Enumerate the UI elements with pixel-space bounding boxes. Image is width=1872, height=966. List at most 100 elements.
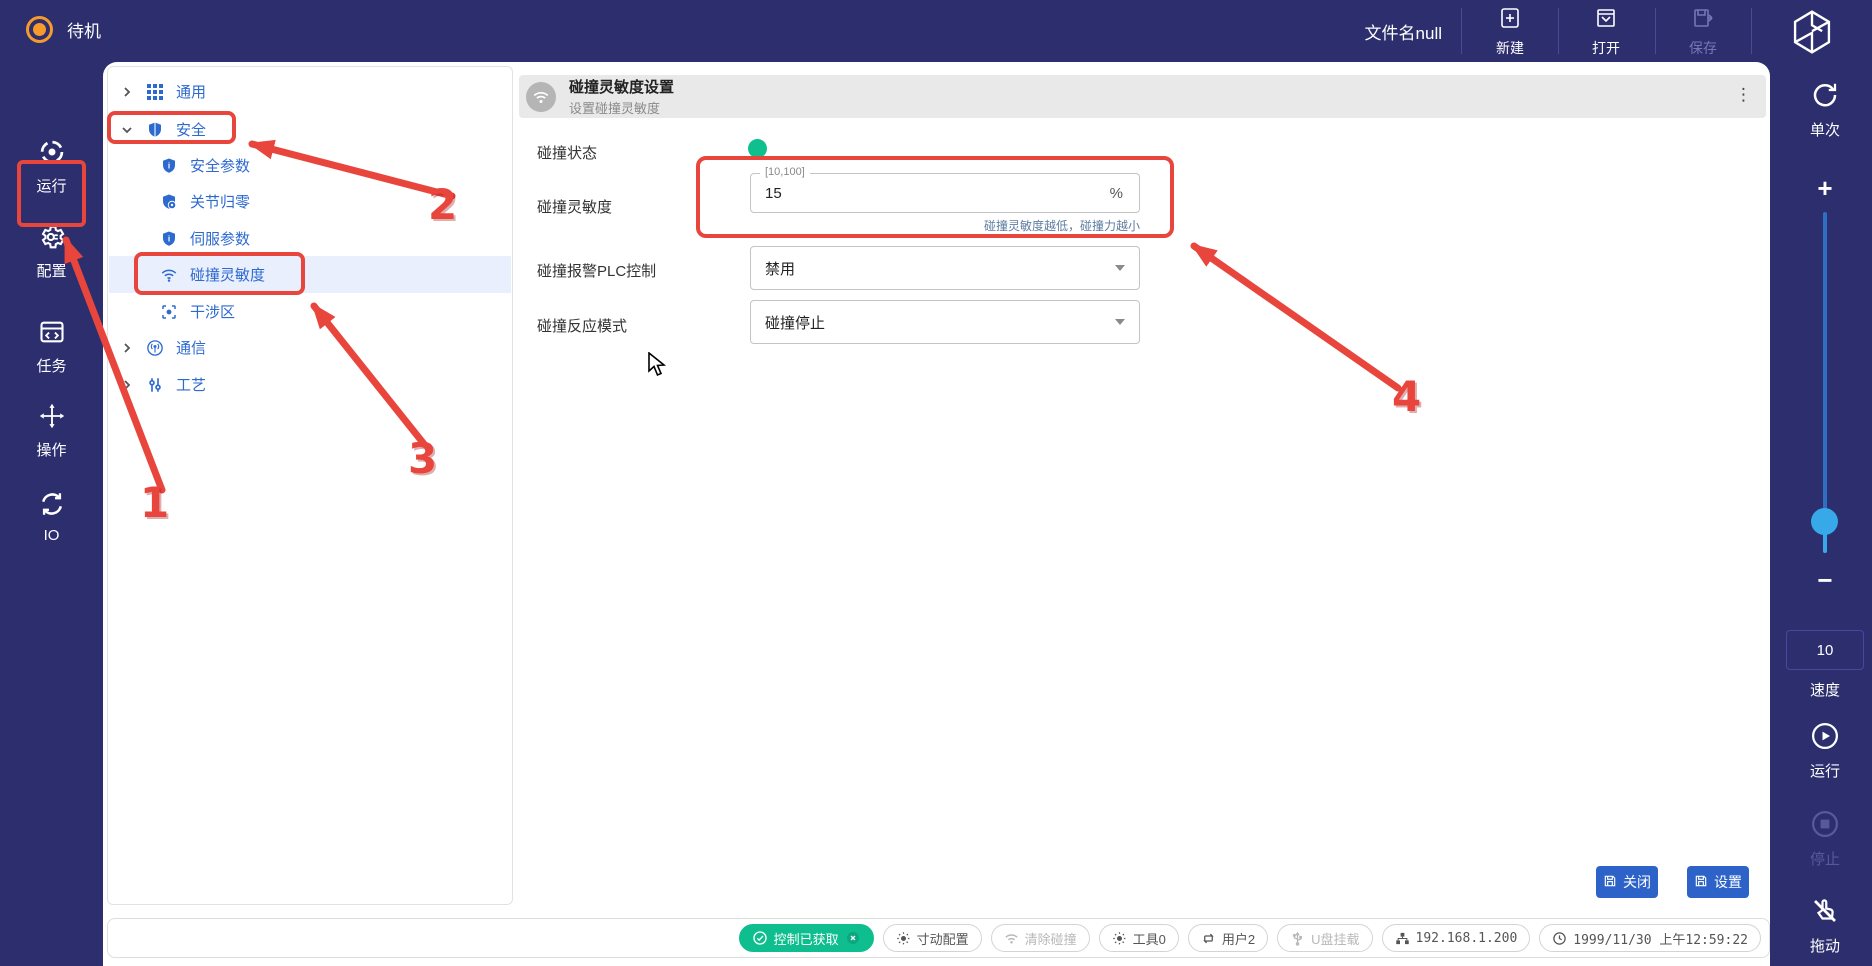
svg-text:i: i — [168, 234, 170, 243]
tree-item-general[interactable]: 通用 — [109, 73, 511, 110]
stop-button[interactable]: 停止 — [1778, 809, 1872, 869]
new-file-button[interactable]: 新建 — [1467, 6, 1553, 58]
speed-slider-track[interactable] — [1823, 212, 1827, 553]
new-file-icon — [1498, 6, 1522, 35]
chevron-down-icon — [1115, 265, 1125, 271]
reaction-mode-value: 碰撞停止 — [765, 312, 1115, 333]
close-button[interactable]: 关闭 — [1596, 866, 1658, 898]
sidebar-item-io[interactable]: IO — [0, 490, 103, 554]
panel-header: 碰撞灵敏度设置 设置碰撞灵敏度 ⋮ — [519, 75, 1766, 118]
shield-info-icon: i — [160, 156, 179, 175]
topbar-divider — [1461, 8, 1462, 54]
speed-value-box[interactable]: 10 — [1786, 630, 1864, 670]
tool-pill[interactable]: 工具0 — [1099, 924, 1179, 952]
jog-icon — [896, 931, 911, 946]
open-file-icon — [1594, 6, 1618, 35]
reaction-mode-select[interactable]: 碰撞停止 — [750, 300, 1140, 344]
save-file-button[interactable]: 保存 — [1660, 6, 1746, 58]
play-circle-icon — [1810, 721, 1840, 756]
topbar-divider — [1558, 8, 1559, 54]
top-bar: 待机 文件名null 新建 打开 保存 — [0, 0, 1872, 62]
speed-slider-thumb[interactable] — [1811, 508, 1838, 535]
wifi-icon — [1004, 931, 1019, 946]
chevron-right-icon — [121, 379, 137, 391]
jog-config-pill[interactable]: 寸动配置 — [883, 924, 982, 952]
open-file-button[interactable]: 打开 — [1563, 6, 1649, 58]
close-circle-icon[interactable] — [845, 930, 861, 946]
speed-increase-button[interactable]: + — [1778, 175, 1872, 201]
plc-control-select[interactable]: 禁用 — [750, 246, 1140, 290]
run-target-icon — [38, 138, 66, 171]
robot-status-label: 待机 — [67, 17, 101, 42]
svg-text:i: i — [168, 161, 170, 170]
run-button[interactable]: 运行 — [1778, 721, 1872, 781]
tree-item-safety[interactable]: 安全 — [109, 111, 511, 148]
task-window-icon — [38, 318, 66, 351]
drag-button[interactable]: 拖动 — [1778, 896, 1872, 956]
io-cycle-icon — [38, 490, 66, 523]
speed-decrease-button[interactable]: − — [1778, 567, 1872, 593]
chevron-down-icon — [121, 124, 137, 136]
tree-item-interference-zone[interactable]: 干涉区 — [109, 293, 511, 330]
ip-pill[interactable]: 192.168.1.200 — [1382, 924, 1531, 952]
scan-zone-icon — [160, 302, 179, 321]
clear-collision-pill[interactable]: 清除碰撞 — [991, 924, 1090, 952]
save-disk-icon — [1694, 874, 1708, 891]
sensitivity-label: 碰撞灵敏度 — [537, 196, 612, 217]
clock-icon — [1552, 931, 1567, 946]
robot-status-chip: 待机 — [26, 16, 101, 43]
kebab-menu-icon[interactable]: ⋮ — [1735, 85, 1752, 105]
single-cycle-button[interactable]: 单次 — [1778, 80, 1872, 140]
status-indicator-icon — [26, 16, 53, 43]
shield-lock-icon — [160, 192, 179, 211]
collision-status-indicator — [748, 139, 767, 158]
save-file-icon — [1691, 6, 1715, 35]
datetime-pill[interactable]: 1999/11/30 上午12:59:22 — [1539, 924, 1761, 952]
sidebar-item-config[interactable]: 配置 — [0, 223, 103, 287]
page-subtitle: 设置碰撞灵敏度 — [569, 98, 674, 117]
sensitivity-value: 15 — [765, 185, 1110, 202]
drag-hand-icon — [1810, 896, 1840, 931]
tree-item-joint-zero[interactable]: 关节归零 — [109, 183, 511, 220]
plc-control-value: 禁用 — [765, 258, 1115, 279]
broadcast-icon — [146, 338, 165, 357]
tree-item-collision-sensitivity[interactable]: 碰撞灵敏度 — [109, 256, 511, 293]
status-bar: 控制已获取 寸动配置 清除碰撞 工具0 用户2 U盘挂载 192.168.1.2… — [107, 918, 1770, 958]
jog-icon — [1112, 931, 1127, 946]
rotate-icon — [1201, 931, 1216, 946]
usb-icon — [1290, 931, 1305, 946]
move-arrows-icon — [38, 402, 66, 435]
sliders-icon — [146, 375, 165, 394]
sensitivity-range-hint: [10,100] — [760, 166, 810, 178]
sidebar-item-task[interactable]: 任务 — [0, 318, 103, 382]
set-button[interactable]: 设置 — [1687, 866, 1749, 898]
filename-label: 文件名null — [1365, 0, 1442, 62]
sensitivity-helper-text: 碰撞灵敏度越低，碰撞力越小 — [750, 217, 1140, 234]
topbar-divider — [1751, 8, 1752, 54]
usb-mount-pill[interactable]: U盘挂载 — [1277, 924, 1372, 952]
gear-icon — [38, 223, 66, 256]
shield-icon — [146, 120, 165, 139]
network-icon — [1395, 931, 1410, 946]
right-sidebar: 单次 + − 10 速度 运行 停止 拖动 — [1778, 62, 1872, 966]
sensitivity-input[interactable]: [10,100] 15 % — [750, 173, 1140, 213]
page-title: 碰撞灵敏度设置 — [569, 76, 674, 97]
check-circle-icon — [752, 930, 768, 946]
sidebar-item-run[interactable]: 运行 — [0, 138, 103, 202]
shield-info-icon: i — [160, 229, 179, 248]
tree-item-process[interactable]: 工艺 — [109, 366, 511, 403]
chevron-right-icon — [121, 342, 137, 354]
sidebar-item-operate[interactable]: 操作 — [0, 402, 103, 466]
tree-item-servo-params[interactable]: i 伺服参数 — [109, 220, 511, 257]
tree-item-communication[interactable]: 通信 — [109, 329, 511, 366]
control-acquired-pill[interactable]: 控制已获取 — [739, 924, 874, 952]
tree-item-safety-params[interactable]: i 安全参数 — [109, 147, 511, 184]
config-tree-panel: 通用 安全 i 安全参数 关节归零 i 伺服参数 碰撞灵敏度 干涉区 通信 工艺 — [107, 66, 513, 905]
wifi-icon — [160, 265, 179, 284]
chevron-right-icon — [121, 86, 137, 98]
stop-circle-icon — [1810, 809, 1840, 844]
user-pill[interactable]: 用户2 — [1188, 924, 1268, 952]
panel-wifi-icon — [526, 82, 556, 112]
collision-status-label: 碰撞状态 — [537, 142, 597, 163]
app-logo-icon — [1762, 6, 1862, 58]
